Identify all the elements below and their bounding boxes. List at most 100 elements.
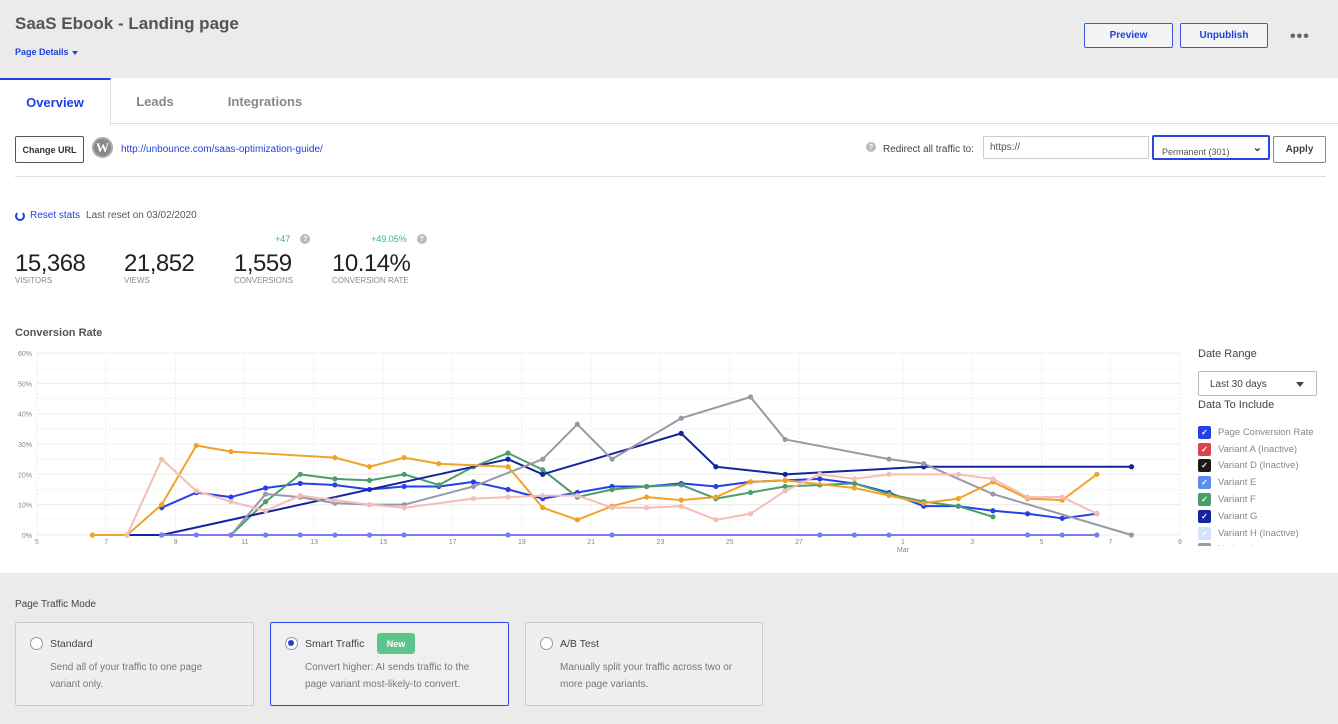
stat-value: 1,559 (234, 250, 292, 277)
redirect-url-input[interactable] (983, 136, 1149, 159)
legend-label: Variant F (1218, 494, 1256, 506)
checkbox-icon[interactable]: ✓ (1198, 509, 1211, 523)
legend-item[interactable]: ✓ Variant G (1198, 508, 1338, 525)
legend-label: Variant G (1218, 510, 1258, 522)
redirect-type-select[interactable]: Permanent (301) ⌄ (1152, 135, 1270, 160)
data-point-pink-series (1059, 494, 1065, 500)
legend-item[interactable]: ✓ Page Conversion Rate (1198, 424, 1338, 441)
help-icon[interactable]: ? (300, 234, 311, 244)
y-tick-label: 40% (18, 412, 32, 419)
data-point-violet-flat-series (401, 532, 407, 538)
tab-leads[interactable]: Leads (118, 78, 192, 124)
data-point-variant-f (540, 467, 546, 473)
date-range-label: Date Range (1198, 348, 1257, 360)
checkbox-icon[interactable]: ✓ (1198, 543, 1211, 546)
traffic-mode-standard[interactable]: Standard Send all of your traffic to one… (15, 622, 254, 706)
traffic-mode-ab-test[interactable]: A/B Test Manually split your traffic acr… (525, 622, 763, 706)
conversion-rate-chart: 0%10%20%30%40%50%60%5 7 9 11 13 15 17 19 21 23 25 2… (18, 351, 1182, 554)
checkbox-icon[interactable]: ✓ (1198, 425, 1211, 439)
change-url-button[interactable]: Change URL (15, 136, 84, 163)
data-point-page-conversion-rate (297, 480, 303, 487)
redirect-label: Redirect all traffic to: (883, 144, 974, 155)
tab-bar: Overview Leads Integrations (0, 78, 1338, 125)
legend-item[interactable]: ✓ Variant D (Inactive) (1198, 458, 1338, 475)
data-point-variant-i (921, 461, 927, 467)
legend-item[interactable]: ✓ Variant I (1198, 542, 1338, 546)
stat-visitors: 15,368 VISITORS (15, 250, 86, 285)
data-point-orange-series (678, 497, 684, 503)
x-tick-label: 5 (35, 539, 39, 546)
conversion-rate-delta: +49.05% ? (371, 234, 427, 244)
x-tick-label: 23 (657, 539, 665, 546)
data-point-violet-flat-series (297, 532, 303, 538)
data-point-orange-series (436, 461, 442, 467)
data-point-page-conversion-rate (1025, 511, 1031, 517)
legend-item[interactable]: ✓ Variant E (1198, 474, 1338, 491)
help-icon[interactable]: ? (866, 142, 876, 152)
desc-line: page variant most-likely-to convert. (305, 679, 461, 690)
page-url-link[interactable]: http://unbounce.com/saas-optimization-gu… (121, 144, 323, 155)
checkbox-icon[interactable]: ✓ (1198, 442, 1211, 456)
reset-stats-row: Reset stats Last reset on 03/02/2020 (15, 210, 197, 221)
data-point-violet-flat-series (1025, 532, 1031, 538)
data-point-page-conversion-rate (332, 482, 338, 488)
radio-button[interactable] (30, 637, 43, 650)
checkbox-icon[interactable]: ✓ (1198, 476, 1211, 490)
tab-integrations[interactable]: Integrations (210, 78, 320, 124)
data-point-pink-series (817, 471, 823, 477)
more-options-icon[interactable]: ••• (1290, 28, 1310, 46)
x-tick-label: 19 (518, 539, 526, 546)
data-point-pink-series (678, 503, 684, 509)
radio-button[interactable] (540, 637, 553, 650)
legend-item[interactable]: ✓ Variant H (Inactive) (1198, 525, 1338, 542)
checkbox-icon[interactable]: ✓ (1198, 459, 1211, 473)
traffic-mode-section: Page Traffic Mode Standard Send all of y… (0, 573, 1338, 724)
checkbox-icon[interactable]: ✓ (1198, 493, 1211, 507)
data-point-pink-series (401, 505, 407, 511)
traffic-mode-smart-traffic[interactable]: Smart Traffic New Convert higher: AI sen… (270, 622, 509, 706)
data-point-pink-series (1094, 511, 1100, 517)
last-reset-text: Last reset on 03/02/2020 (86, 210, 197, 221)
help-icon[interactable]: ? (416, 234, 427, 244)
data-point-variant-i (886, 456, 892, 462)
data-point-pink-series (782, 488, 788, 494)
legend-label: Variant H (Inactive) (1218, 527, 1299, 539)
traffic-mode-title: Page Traffic Mode (15, 599, 96, 610)
tab-overview[interactable]: Overview (0, 78, 111, 125)
data-point-pink-series (124, 532, 130, 538)
data-point-pink-series (297, 492, 303, 499)
desc-line: Convert higher: AI sends traffic to the (305, 662, 470, 673)
data-point-orange-series (228, 448, 234, 455)
mode-name: Standard (50, 638, 93, 650)
stat-views: 21,852 VIEWS (124, 250, 195, 285)
desc-line: Send all of your traffic to one page (50, 662, 203, 673)
preview-button[interactable]: Preview (1084, 23, 1173, 48)
unpublish-button[interactable]: Unpublish (1180, 23, 1268, 48)
y-tick-label: 50% (18, 381, 32, 388)
data-point-orange-series (89, 532, 96, 538)
data-point-variant-f (678, 482, 684, 488)
data-point-pink-series (263, 508, 269, 514)
data-point-variant-i (263, 491, 269, 497)
apply-button[interactable]: Apply (1273, 136, 1326, 163)
y-tick-label: 0% (22, 533, 32, 540)
data-point-orange-series (505, 464, 511, 470)
checkbox-icon[interactable]: ✓ (1198, 526, 1211, 540)
data-point-pink-series (470, 496, 477, 502)
page-details-dropdown[interactable]: Page Details (15, 47, 78, 57)
data-point-orange-series (366, 464, 373, 470)
legend-item[interactable]: ✓ Variant A (Inactive) (1198, 441, 1338, 458)
legend-item[interactable]: ✓ Variant F (1198, 491, 1338, 508)
data-point-page-conversion-rate (990, 508, 996, 514)
x-tick-label: 9 (1178, 539, 1182, 546)
data-point-orange-series (644, 494, 650, 500)
date-range-select[interactable]: Last 30 days (1198, 371, 1317, 396)
data-point-variant-i (782, 436, 788, 443)
data-point-orange-series (886, 492, 892, 499)
data-point-variant-g (505, 456, 511, 462)
mode-description: Send all of your traffic to one page vari… (50, 659, 202, 693)
data-point-variant-f (609, 486, 615, 493)
radio-button-selected[interactable] (285, 637, 298, 650)
reset-stats-link[interactable]: Reset stats (15, 210, 80, 221)
data-point-page-conversion-rate (228, 494, 234, 500)
